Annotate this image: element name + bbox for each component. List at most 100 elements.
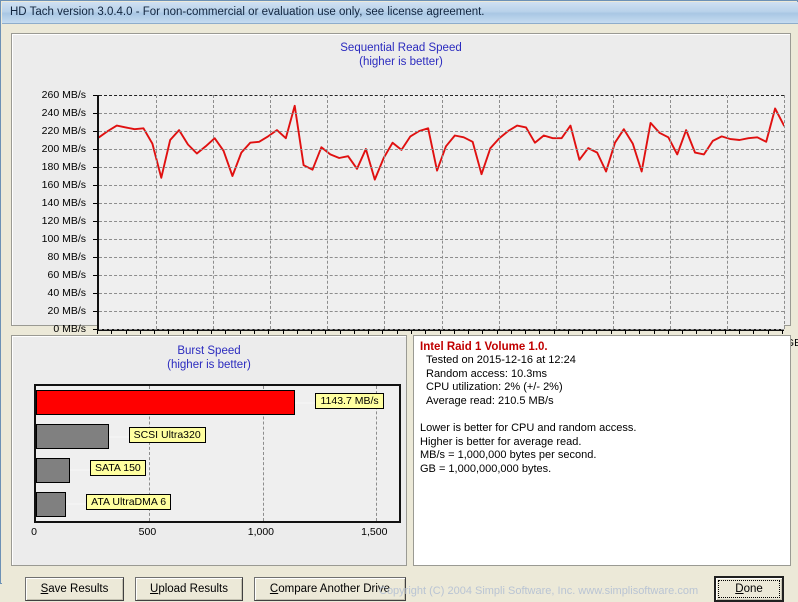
grid-line-vertical — [612, 95, 614, 329]
x-axis-minor-tick — [139, 330, 141, 334]
upload-accel-letter: U — [150, 583, 159, 595]
drive-name: Intel Raid 1 Volume 1.0. — [420, 341, 548, 353]
x-axis-minor-tick — [211, 330, 213, 334]
grid-line-vertical — [213, 95, 215, 329]
note-gb-definition: GB = 1,000,000,000 bytes. — [420, 462, 552, 475]
y-axis-tick-label: 100 MB/s — [41, 233, 86, 245]
done-button[interactable]: Done — [714, 576, 784, 602]
sequential-chart-subtitle: (higher is better) — [359, 56, 443, 68]
x-axis-minor-tick — [168, 330, 170, 334]
burst-bar-leader — [66, 503, 89, 506]
y-axis-tick-label: 120 MB/s — [41, 215, 86, 227]
title-bar: HD Tach version 3.0.4.0 - For non-commer… — [2, 2, 798, 24]
burst-bar-leader — [295, 401, 318, 404]
y-axis-tick-label: 20 MB/s — [47, 305, 86, 317]
y-axis-tick-label: 60 MB/s — [47, 269, 86, 281]
x-axis-minor-tick — [710, 330, 712, 334]
x-axis-minor-tick — [196, 330, 198, 334]
y-axis-tick-label: 200 MB/s — [41, 143, 86, 155]
x-axis-minor-tick — [125, 330, 127, 334]
grid-line-vertical — [555, 95, 557, 329]
x-axis-minor-tick — [282, 330, 284, 334]
x-axis-minor-tick — [567, 330, 569, 334]
burst-speed-panel: Burst Speed (higher is better) 0 500 1,000… — [11, 335, 407, 566]
x-axis-minor-tick — [239, 330, 241, 334]
x-axis-minor-tick — [182, 330, 184, 334]
grid-line-vertical — [441, 95, 443, 329]
info-notes: Lower is better for CPU and random acces… — [420, 422, 786, 476]
x-axis-minor-tick — [682, 330, 684, 334]
save-results-button[interactable]: Save Results — [25, 577, 124, 601]
window-client-area: Sequential Read Speed (higher is better)… — [2, 24, 798, 602]
y-axis-tick-label: 140 MB/s — [41, 197, 86, 209]
x-axis-minor-tick — [468, 330, 470, 334]
x-axis-minor-tick — [496, 330, 498, 334]
sequential-y-axis: 0 MB/s 20 MB/s 40 MB/s 60 MB/s 80 MB/s 100 MB… — [12, 34, 98, 335]
average-read-text: Average read: 210.5 MB/s — [426, 394, 554, 407]
sequential-chart-title: Sequential Read Speed — [340, 42, 462, 54]
grid-line-vertical — [327, 95, 329, 329]
x-axis-minor-tick — [396, 330, 398, 334]
x-axis-minor-tick — [453, 330, 455, 334]
hd-tach-window: HD Tach version 3.0.4.0 - For non-commer… — [0, 0, 798, 602]
x-axis-minor-tick — [582, 330, 584, 334]
y-axis-tick-label: 260 MB/s — [41, 89, 86, 101]
sequential-plot-area — [97, 95, 785, 331]
compare-accel-letter: C — [269, 583, 279, 595]
x-axis-minor-tick — [482, 330, 484, 334]
grid-line-vertical — [384, 95, 386, 329]
burst-chart-title: Burst Speed — [177, 345, 241, 357]
x-axis-minor-tick — [596, 330, 598, 334]
burst-bar-leader — [70, 469, 93, 472]
burst-bar-label: SCSI Ultra320 — [128, 426, 206, 443]
burst-bar — [36, 491, 67, 517]
x-axis-minor-tick — [353, 330, 355, 334]
burst-bar-label: SATA 150 — [90, 460, 146, 477]
window-title: HD Tach version 3.0.4.0 - For non-commer… — [10, 6, 485, 18]
burst-x-axis: 0 500 1,000 1,500 — [12, 526, 406, 544]
upload-results-button[interactable]: Upload Results — [135, 577, 243, 601]
save-accel-letter: S — [40, 583, 49, 595]
x-axis-minor-tick — [154, 330, 156, 334]
burst-x-axis-tick-label: 1,500 — [361, 526, 388, 538]
x-axis-minor-tick — [539, 330, 541, 334]
focus-ring — [718, 580, 780, 598]
compare-label-rest: ompare Another Drive — [278, 583, 391, 595]
x-axis-minor-tick — [253, 330, 255, 334]
burst-bar — [36, 457, 71, 483]
random-access-text: Random access: 10.3ms — [426, 367, 548, 380]
drive-info-panel: Intel Raid 1 Volume 1.0. Tested on 2015-… — [413, 335, 791, 566]
x-axis-minor-tick — [311, 330, 313, 334]
note-higher-better: Higher is better for average read. — [420, 435, 582, 448]
burst-chart-subtitle: (higher is better) — [167, 359, 251, 371]
burst-bar — [36, 390, 296, 416]
x-axis-minor-tick — [525, 330, 527, 334]
x-axis-minor-tick — [439, 330, 441, 334]
x-axis-minor-tick — [296, 330, 298, 334]
x-axis-minor-tick — [610, 330, 612, 334]
x-axis-minor-tick — [410, 330, 412, 334]
x-axis-minor-tick — [382, 330, 384, 334]
y-axis-tick-label: 180 MB/s — [41, 161, 86, 173]
x-axis-minor-tick — [425, 330, 427, 334]
x-axis-minor-tick — [268, 330, 270, 334]
y-axis-tick-label: 160 MB/s — [41, 179, 86, 191]
tested-on-text: Tested on 2015-12-16 at 12:24 — [426, 354, 576, 366]
x-axis-minor-tick — [368, 330, 370, 334]
x-axis-minor-tick — [97, 330, 98, 334]
save-label-rest: ave Results — [48, 583, 109, 595]
y-axis-tick-label: 220 MB/s — [41, 125, 86, 137]
x-axis-minor-tick — [510, 330, 512, 334]
upload-label-rest: pload Results — [158, 583, 228, 595]
burst-x-axis-tick-label: 500 — [138, 526, 157, 538]
y-axis-tick-label: 240 MB/s — [41, 107, 86, 119]
burst-bar-label: ATA UltraDMA 6 — [86, 494, 172, 511]
x-axis-minor-tick — [667, 330, 669, 334]
y-axis-tick-label: 40 MB/s — [47, 287, 86, 299]
x-axis-minor-tick — [625, 330, 627, 334]
grid-line-vertical — [669, 95, 671, 329]
grid-line-vertical — [498, 95, 500, 329]
burst-x-axis-tick-label: 0 — [31, 526, 37, 538]
cpu-utilization-text: CPU utilization: 2% (+/- 2%) — [426, 381, 563, 393]
y-axis-tick-label: 80 MB/s — [47, 251, 86, 263]
